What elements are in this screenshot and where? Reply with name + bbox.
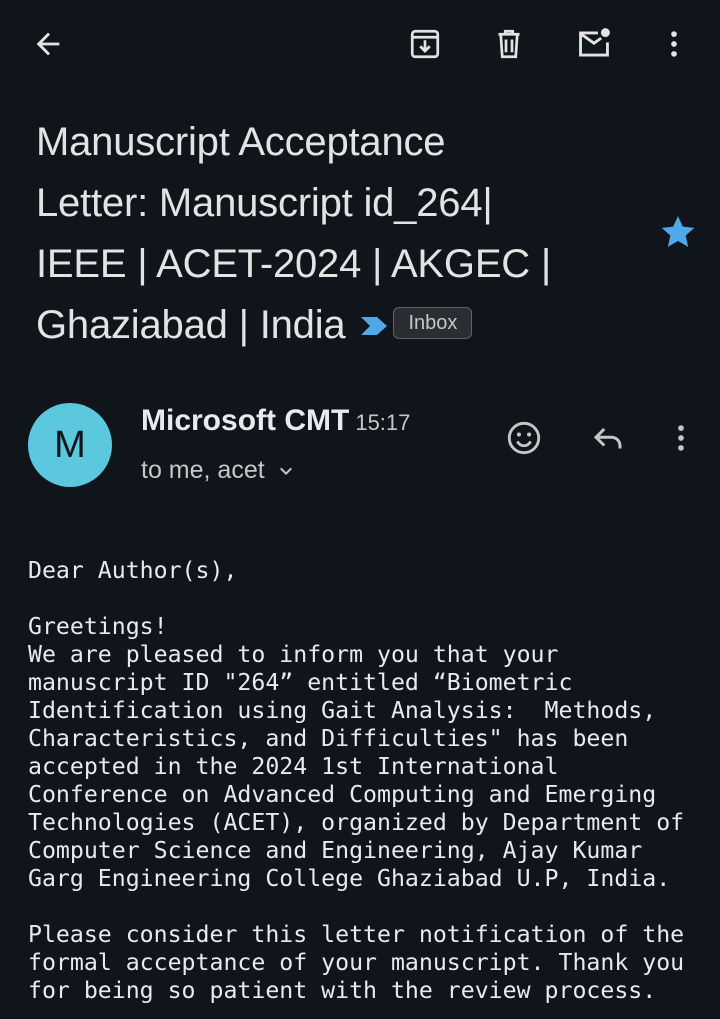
star-icon [661,216,695,247]
subject-line: Letter: Manuscript id_264| [36,181,493,225]
sender-avatar[interactable]: M [28,403,112,487]
archive-icon [410,29,440,59]
delete-icon [498,29,520,59]
archive-button[interactable] [403,22,447,66]
add-reaction-button[interactable] [502,416,546,460]
inbox-label-chip[interactable]: Inbox [393,307,473,340]
subject-line: Ghaziabad | India [36,303,346,347]
more-options-button[interactable] [652,22,696,66]
subject-line: Manuscript Acceptance [36,120,446,164]
delete-button[interactable] [487,22,531,66]
recipients-toggle[interactable]: to me, acet [141,456,295,485]
sent-time: 15:17 [355,410,411,435]
mark-unread-icon [579,28,610,57]
more-vert-icon [678,425,684,451]
email-body: Dear Author(s), Greetings! We are please… [28,557,685,1004]
email-subject: Manuscript Acceptance Letter: Manuscript… [36,112,636,356]
mark-unread-button[interactable] [572,22,616,66]
star-button[interactable] [658,212,698,252]
more-vert-icon [671,31,677,57]
reply-icon [593,427,622,449]
subject-line-last: Ghaziabad | India Inbox [36,295,636,356]
top-app-bar [0,0,720,88]
importance-marker-icon[interactable] [359,294,389,355]
emoji-icon [507,421,541,455]
avatar-initial: M [54,423,86,466]
recipients-text: to me, acet [141,456,265,484]
arrow-back-icon [36,32,60,56]
sender-name[interactable]: Microsoft CMT [141,404,349,437]
sender-row: Microsoft CMT 15:17 [141,404,410,438]
back-button[interactable] [26,22,70,66]
reply-button[interactable] [586,416,630,460]
chevron-down-icon [279,467,292,475]
subject-line: IEEE | ACET-2024 | AKGEC | [36,242,552,286]
message-more-button[interactable] [659,416,703,460]
